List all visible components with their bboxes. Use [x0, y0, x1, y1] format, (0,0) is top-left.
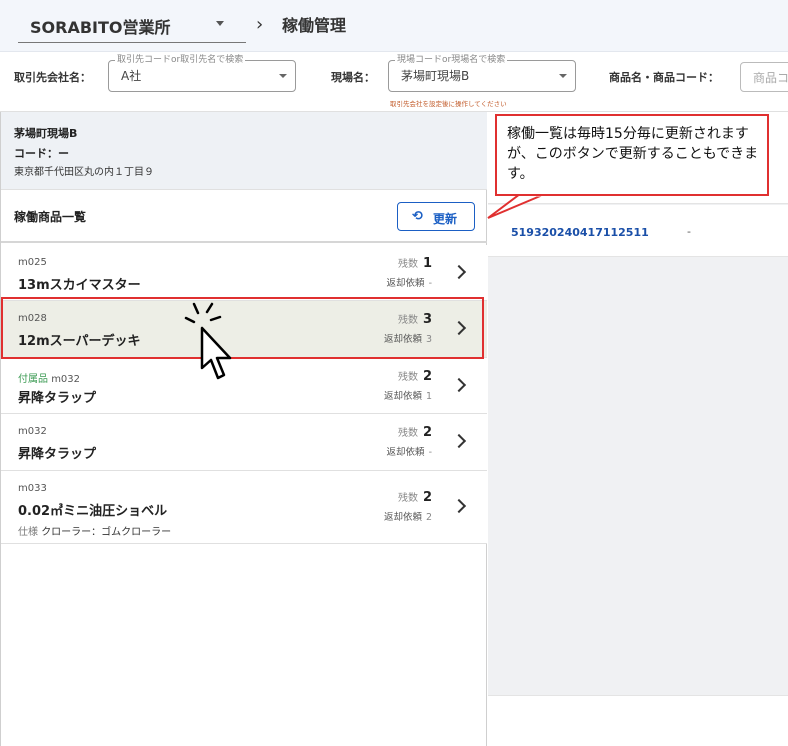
item-code-value: m025	[18, 257, 47, 268]
list-item[interactable]: 付属品 m032 昇降タラップ 残数 2 返却依頼 1	[1, 358, 487, 414]
detail-panel: 519320240417112511 -	[488, 112, 788, 746]
list-title: 稼働商品一覧	[14, 210, 87, 224]
list-item[interactable]: m033 0.02㎥ミニ油圧ショベル 仕様 クローラー：ゴムクローラー 残数 2 …	[1, 471, 487, 544]
item-code: 付属品 m032	[18, 370, 80, 385]
remaining-qty: 残数 2	[398, 424, 432, 440]
chevron-right-icon	[451, 498, 467, 514]
return-request: 返却依頼 1	[384, 388, 432, 402]
item-code-value: m032	[18, 426, 47, 437]
detail-footer	[488, 695, 788, 746]
item-code-value: m032	[51, 374, 81, 385]
left-panel: 茅場町現場B コード：ー 東京都千代田区丸の内１丁目９ 稼働商品一覧 ⟲ 更新 …	[0, 112, 487, 746]
caret-down-icon	[279, 74, 287, 78]
callout-box: 稼働一覧は毎時15分毎に更新されますが、このボタンで更新することもできます。	[495, 114, 769, 196]
return-label: 返却依頼	[383, 512, 422, 523]
return-request: 返却依頼 -	[387, 444, 432, 458]
accessory-tag: 付属品	[18, 374, 48, 385]
caret-down-icon	[216, 21, 224, 26]
item-code: m032	[18, 426, 47, 437]
item-code: m033	[18, 483, 47, 494]
site-name: 茅場町現場B	[14, 127, 78, 140]
item-name: 0.02㎥ミニ油圧ショベル	[18, 504, 168, 519]
callout-text: 稼働一覧は毎時15分毎に更新されますが、このボタンで更新することもできます。	[507, 126, 759, 182]
site-label: 現場名：	[331, 71, 375, 84]
site-info: 茅場町現場B コード：ー 東京都千代田区丸の内１丁目９	[1, 112, 487, 190]
qty-value: 2	[422, 425, 432, 440]
management-number[interactable]: 519320240417112511	[511, 226, 649, 239]
qty-label: 残数	[397, 493, 418, 504]
site-legend: 現場コードor現場名で検索	[395, 55, 508, 65]
return-value: -	[428, 447, 432, 458]
remaining-qty: 残数 2	[398, 489, 432, 505]
return-label: 返却依頼	[383, 391, 422, 402]
site-select[interactable]: 現場コードor現場名で検索 茅場町現場B	[388, 55, 576, 92]
customer-label: 取引先会社名：	[14, 71, 91, 84]
list-item[interactable]: m032 昇降タラップ 残数 2 返却依頼 -	[1, 414, 487, 471]
return-label: 返却依頼	[386, 278, 425, 289]
highlight-box	[1, 297, 484, 359]
chevron-right-icon	[451, 433, 467, 449]
site-address: 東京都千代田区丸の内１丁目９	[14, 167, 154, 178]
qty-value: 1	[422, 256, 432, 271]
qty-label: 残数	[397, 259, 418, 270]
product-label: 商品名・商品コード：	[609, 71, 719, 84]
return-request: 返却依頼 2	[384, 509, 432, 523]
refresh-icon: ⟲	[412, 209, 423, 224]
refresh-label: 更新	[433, 212, 458, 226]
remaining-qty: 残数 2	[398, 368, 432, 384]
qty-label: 残数	[397, 428, 418, 439]
site-value: 茅場町現場B	[401, 69, 470, 83]
return-label: 返却依頼	[386, 447, 425, 458]
remaining-qty: 残数 1	[398, 255, 432, 271]
office-selector[interactable]: SORABITO営業所	[18, 7, 246, 43]
table-row[interactable]: 519320240417112511 -	[488, 205, 788, 257]
return-value: 1	[425, 391, 432, 402]
item-name: 13mスカイマスター	[18, 278, 141, 293]
product-placeholder: 商品コ	[753, 71, 788, 85]
item-code: m025	[18, 257, 47, 268]
return-value: -	[428, 278, 432, 289]
management-value: -	[687, 225, 691, 238]
chevron-right-icon	[451, 264, 467, 280]
caret-down-icon	[559, 74, 567, 78]
list-header: 稼働商品一覧 ⟲ 更新	[1, 190, 487, 243]
chevron-right-icon: ›	[256, 14, 264, 35]
header-bar: SORABITO営業所 › 稼働管理	[0, 0, 788, 52]
cursor-icon	[184, 302, 232, 380]
qty-value: 2	[422, 369, 432, 384]
office-name: SORABITO営業所	[30, 18, 171, 37]
filter-bar: 取引先会社名： 取引先コードor取引先名で検索 A社 現場名： 現場コードor現…	[0, 52, 788, 112]
item-code-value: m033	[18, 483, 47, 494]
product-search-input[interactable]: 商品コ	[740, 62, 788, 92]
site-hint: 取引先会社を設定後に操作してください	[390, 100, 507, 108]
spec-value: クローラー：ゴムクローラー	[41, 527, 172, 538]
list-item[interactable]: m025 13mスカイマスター 残数 1 返却依頼 -	[1, 245, 487, 301]
refresh-button[interactable]: ⟲ 更新	[397, 202, 475, 231]
return-request: 返却依頼 -	[387, 275, 432, 289]
page: SORABITO営業所 › 稼働管理 取引先会社名： 取引先コードor取引先名で…	[0, 0, 788, 746]
spec-label: 仕様	[18, 527, 38, 538]
customer-value: A社	[121, 69, 142, 83]
item-name: 昇降タラップ	[18, 447, 97, 462]
customer-select[interactable]: 取引先コードor取引先名で検索 A社	[108, 55, 296, 92]
qty-value: 2	[422, 490, 432, 505]
item-name: 昇降タラップ	[18, 391, 97, 406]
site-code: コード：ー	[14, 147, 69, 160]
customer-legend: 取引先コードor取引先名で検索	[115, 55, 246, 65]
item-spec: 仕様 クローラー：ゴムクローラー	[18, 523, 171, 538]
chevron-right-icon	[451, 377, 467, 393]
return-value: 2	[425, 512, 432, 523]
qty-label: 残数	[397, 372, 418, 383]
page-title: 稼働管理	[282, 16, 347, 35]
